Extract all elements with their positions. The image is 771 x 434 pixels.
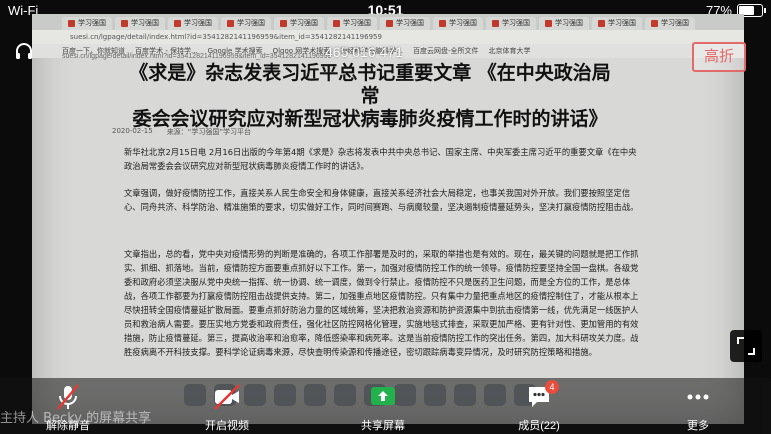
browser-tab-label: 学习强国 xyxy=(290,19,318,27)
article-source: 来源：“学习强国”学习平台 xyxy=(166,128,251,136)
tab-favicon-icon xyxy=(386,20,393,27)
tab-favicon-icon xyxy=(280,20,287,27)
browser-tab-label: 学习强国 xyxy=(502,19,530,27)
browser-tab-label: 学习强国 xyxy=(555,19,583,27)
tab-favicon-icon xyxy=(227,20,234,27)
fullscreen-toggle-button[interactable] xyxy=(730,330,762,362)
tab-favicon-icon xyxy=(545,20,552,27)
tab-favicon-icon xyxy=(174,20,181,27)
browser-tab-label: 学习强国 xyxy=(396,19,424,27)
browser-tab[interactable]: 学习强国 xyxy=(433,17,483,30)
browser-tab-label: 学习强国 xyxy=(78,19,106,27)
red-stamp: 高折 xyxy=(692,42,746,72)
more-label: 更多 xyxy=(687,420,709,432)
article-meta: 2020-02-15 来源：“学习强国”学习平台 xyxy=(112,127,251,137)
headset-icon[interactable] xyxy=(14,42,34,62)
presenter-caption: 主持人 Becky 的屏幕共享 xyxy=(0,411,152,426)
tab-favicon-icon xyxy=(68,20,75,27)
browser-tab-label: 学习强国 xyxy=(184,19,212,27)
browser-tab[interactable]: 学习强国 xyxy=(168,17,218,30)
browser-tab-label: 学习强国 xyxy=(237,19,265,27)
article-paragraph-3: 文章指出，总的看，党中央对疫情形势的判断是准确的，各项工作部署是及时的，采取的举… xyxy=(124,249,639,357)
page-url-line: suesi.cn/lgpage/detail/index.html?id=354… xyxy=(62,53,332,60)
browser-tab[interactable]: 学习强国 xyxy=(327,17,377,30)
start-video-label: 开启视频 xyxy=(205,420,249,432)
browser-tab[interactable]: 学习强国 xyxy=(645,17,695,30)
participants-badge: 4 xyxy=(545,380,559,394)
meeting-id: 465 016 471 xyxy=(325,44,403,60)
bookmark-item[interactable]: 北京体育大学 xyxy=(489,44,531,58)
browser-tab-label: 学习强国 xyxy=(661,19,689,27)
video-off-icon xyxy=(214,384,240,410)
browser-tab-label: 学习强国 xyxy=(131,19,159,27)
tab-favicon-icon xyxy=(492,20,499,27)
browser-tab-label: 学习强国 xyxy=(343,19,371,27)
bookmark-item[interactable]: 百度云网盘-全所文件 xyxy=(413,44,479,58)
battery-cap xyxy=(764,8,766,13)
article-paragraph-1: 新华社北京2月15日电 2月16日出版的今年第4期《求是》杂志将发表中共中央总书… xyxy=(124,147,637,171)
article-date: 2020-02-15 xyxy=(112,127,153,135)
browser-tab[interactable]: 学习强国 xyxy=(221,17,271,30)
tab-favicon-icon xyxy=(651,20,658,27)
browser-tab-label: 学习强国 xyxy=(449,19,477,27)
article-title: 《求是》杂志发表习近平总书记重要文章 《在中央政治局常 委会会议研究应对新型冠状… xyxy=(120,62,620,131)
browser-tab[interactable]: 学习强国 xyxy=(539,17,589,30)
browser-tab-strip: 学习强国 学习强国 学习强国 学习强国 学习强国 学习强国 学习强国 学习强国 学习强国 学习强国… xyxy=(32,14,744,30)
browser-tab[interactable]: 学习强国 xyxy=(62,17,112,30)
tab-favicon-icon xyxy=(333,20,340,27)
participants-label: 成员(22) xyxy=(518,420,560,432)
expand-icon xyxy=(737,337,755,355)
article-title-line1: 《求是》杂志发表习近平总书记重要文章 《在中央政治局常 xyxy=(129,62,611,107)
browser-tab[interactable]: 学习强国 xyxy=(274,17,324,30)
browser-tab[interactable]: 学习强国 xyxy=(380,17,430,30)
tab-favicon-icon xyxy=(598,20,605,27)
tab-favicon-icon xyxy=(439,20,446,27)
share-screen-icon xyxy=(371,387,395,405)
browser-tab[interactable]: 学习强国 xyxy=(592,17,642,30)
browser-address-bar[interactable]: suesi.cn/lgpage/detail/index.html?id=354… xyxy=(32,30,744,44)
browser-tab-label: 学习强国 xyxy=(608,19,636,27)
browser-tab[interactable]: 学习强国 xyxy=(486,17,536,30)
tab-favicon-icon xyxy=(121,20,128,27)
share-screen-label: 共享屏幕 xyxy=(361,420,405,432)
article-paragraph-2: 文章强调，做好疫情防控工作，直接关系人民生命安全和身体健康，直接关系经济社会大局… xyxy=(124,188,639,212)
more-icon xyxy=(687,394,709,400)
browser-tab[interactable]: 学习强国 xyxy=(115,17,165,30)
